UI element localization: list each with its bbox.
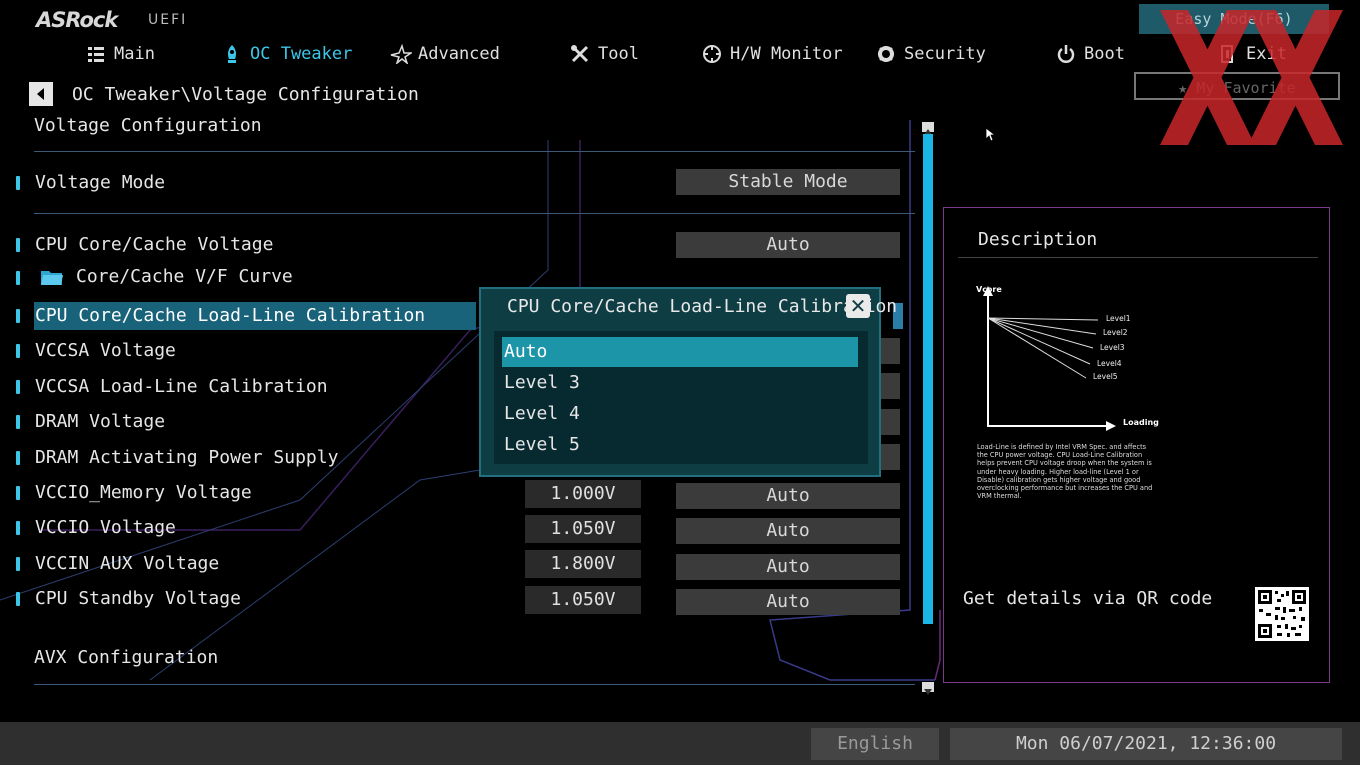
power-icon bbox=[1056, 44, 1076, 64]
vccio-voltage-label[interactable]: VCCIO Voltage bbox=[35, 517, 176, 538]
description-text: Load-Line is defined by Intel VRM Spec. … bbox=[977, 443, 1153, 501]
row-bullet bbox=[16, 271, 20, 285]
list-icon bbox=[86, 44, 106, 64]
tab-label: Security bbox=[904, 44, 986, 64]
tools-icon bbox=[570, 44, 590, 64]
vccio-current: 1.050V bbox=[525, 515, 641, 543]
dram-power-supply-label[interactable]: DRAM Activating Power Supply bbox=[35, 447, 338, 468]
cpu-core-cache-voltage-value[interactable]: Auto bbox=[676, 232, 900, 258]
tab-label: Boot bbox=[1084, 44, 1125, 64]
row-bullet bbox=[16, 486, 20, 500]
level5-label: Level5 bbox=[1093, 372, 1118, 381]
option-level-5[interactable]: Level 5 bbox=[502, 430, 858, 460]
row-bullet bbox=[16, 592, 20, 606]
voltage-mode-value[interactable]: Stable Mode bbox=[676, 169, 900, 195]
scroll-down-arrow[interactable] bbox=[922, 682, 934, 695]
divider bbox=[34, 151, 915, 152]
divider bbox=[34, 213, 915, 214]
row-bullet bbox=[16, 344, 20, 358]
dram-voltage-label[interactable]: DRAM Voltage bbox=[35, 411, 165, 432]
vccio-memory-current: 1.000V bbox=[525, 480, 641, 508]
tab-tool[interactable]: Tool bbox=[570, 42, 639, 66]
cpu-standby-voltage-label[interactable]: CPU Standby Voltage bbox=[35, 588, 241, 609]
watermark-logo bbox=[1160, 10, 1343, 145]
option-auto[interactable]: Auto bbox=[502, 337, 858, 367]
tab-label: Main bbox=[114, 44, 155, 64]
tab-label: H/W Monitor bbox=[730, 44, 843, 64]
tab-oc-tweaker[interactable]: OC Tweaker bbox=[222, 42, 352, 66]
description-title: Description bbox=[978, 229, 1098, 250]
avx-configuration-section[interactable]: AVX Configuration bbox=[34, 647, 218, 668]
uefi-label: UEFI bbox=[148, 12, 188, 28]
vccin-aux-current: 1.800V bbox=[525, 550, 641, 578]
cpu-standby-current: 1.050V bbox=[525, 586, 641, 614]
dram-voltage-value[interactable] bbox=[880, 409, 900, 435]
rocket-icon bbox=[222, 44, 242, 64]
tab-label: Advanced bbox=[418, 44, 500, 64]
option-level-4[interactable]: Level 4 bbox=[502, 399, 858, 429]
option-level-3[interactable]: Level 3 bbox=[502, 368, 858, 398]
tab-label: OC Tweaker bbox=[250, 44, 353, 64]
shield-icon bbox=[876, 44, 896, 64]
monitor-icon bbox=[702, 44, 722, 64]
load-line-diagram: Vcore Loading Level1 Level2 Level3 Level… bbox=[976, 285, 1159, 431]
scrollbar[interactable] bbox=[923, 134, 933, 624]
row-bullet bbox=[16, 238, 20, 252]
row-bullet bbox=[16, 451, 20, 465]
loading-axis-label: Loading bbox=[1123, 418, 1159, 427]
divider bbox=[34, 684, 915, 685]
vccsa-voltage-value[interactable] bbox=[880, 338, 900, 364]
tab-boot[interactable]: Boot bbox=[1056, 42, 1125, 66]
section-title: Voltage Configuration bbox=[34, 115, 262, 136]
vccio-memory-voltage-label[interactable]: VCCIO_Memory Voltage bbox=[35, 482, 252, 503]
tab-security[interactable]: Security bbox=[876, 42, 986, 66]
vccin-aux-voltage-label[interactable]: VCCIN AUX Voltage bbox=[35, 553, 219, 574]
row-bullet bbox=[16, 521, 20, 535]
voltage-mode-label[interactable]: Voltage Mode bbox=[35, 172, 165, 193]
cpu-core-cache-voltage-label[interactable]: CPU Core/Cache Voltage bbox=[35, 234, 273, 255]
date-time-display: Mon 06/07/2021, 12:36:00 bbox=[950, 728, 1342, 760]
scroll-up-arrow[interactable] bbox=[922, 122, 934, 135]
level3-label: Level3 bbox=[1100, 343, 1125, 352]
level2-label: Level2 bbox=[1103, 328, 1128, 337]
row-bullet bbox=[16, 309, 20, 323]
language-selector[interactable]: English bbox=[811, 728, 939, 760]
vccsa-llc-label[interactable]: VCCSA Load-Line Calibration bbox=[35, 376, 328, 397]
vccin-aux-value[interactable]: Auto bbox=[676, 554, 900, 580]
folder-icon bbox=[40, 268, 64, 290]
tab-main[interactable]: Main bbox=[86, 42, 155, 66]
breadcrumb: OC Tweaker\Voltage Configuration bbox=[72, 84, 419, 105]
cpu-standby-value[interactable]: Auto bbox=[676, 589, 900, 615]
qr-code[interactable] bbox=[1255, 587, 1309, 641]
vccsa-llc-value[interactable] bbox=[880, 373, 900, 399]
vccsa-voltage-label[interactable]: VCCSA Voltage bbox=[35, 340, 176, 361]
vf-curve-submenu[interactable]: Core/Cache V/F Curve bbox=[76, 266, 293, 287]
mouse-cursor-icon bbox=[985, 127, 997, 142]
popup-title: CPU Core/Cache Load-Line Calibration bbox=[507, 296, 898, 317]
tab-advanced[interactable]: Advanced bbox=[390, 42, 500, 66]
back-button[interactable] bbox=[29, 82, 53, 106]
brand-logo: ASRock bbox=[36, 8, 118, 32]
close-icon[interactable]: ✕ bbox=[846, 294, 870, 318]
qr-code-label: Get details via QR code bbox=[963, 588, 1213, 609]
divider bbox=[958, 257, 1318, 258]
level1-label: Level1 bbox=[1106, 314, 1131, 323]
tab-hw-monitor[interactable]: H/W Monitor bbox=[702, 42, 843, 66]
dram-power-supply-value[interactable] bbox=[880, 444, 900, 470]
vccio-value[interactable]: Auto bbox=[676, 518, 900, 544]
llc-label[interactable]: CPU Core/Cache Load-Line Calibration bbox=[35, 305, 425, 326]
level4-label: Level4 bbox=[1097, 359, 1122, 368]
row-bullet bbox=[16, 380, 20, 394]
row-bullet bbox=[16, 176, 20, 190]
row-bullet bbox=[16, 415, 20, 429]
tab-label: Tool bbox=[598, 44, 639, 64]
row-bullet bbox=[16, 557, 20, 571]
vccio-memory-value[interactable]: Auto bbox=[676, 483, 900, 509]
star-icon bbox=[390, 43, 414, 66]
vcore-axis-label: Vcore bbox=[976, 285, 1002, 294]
